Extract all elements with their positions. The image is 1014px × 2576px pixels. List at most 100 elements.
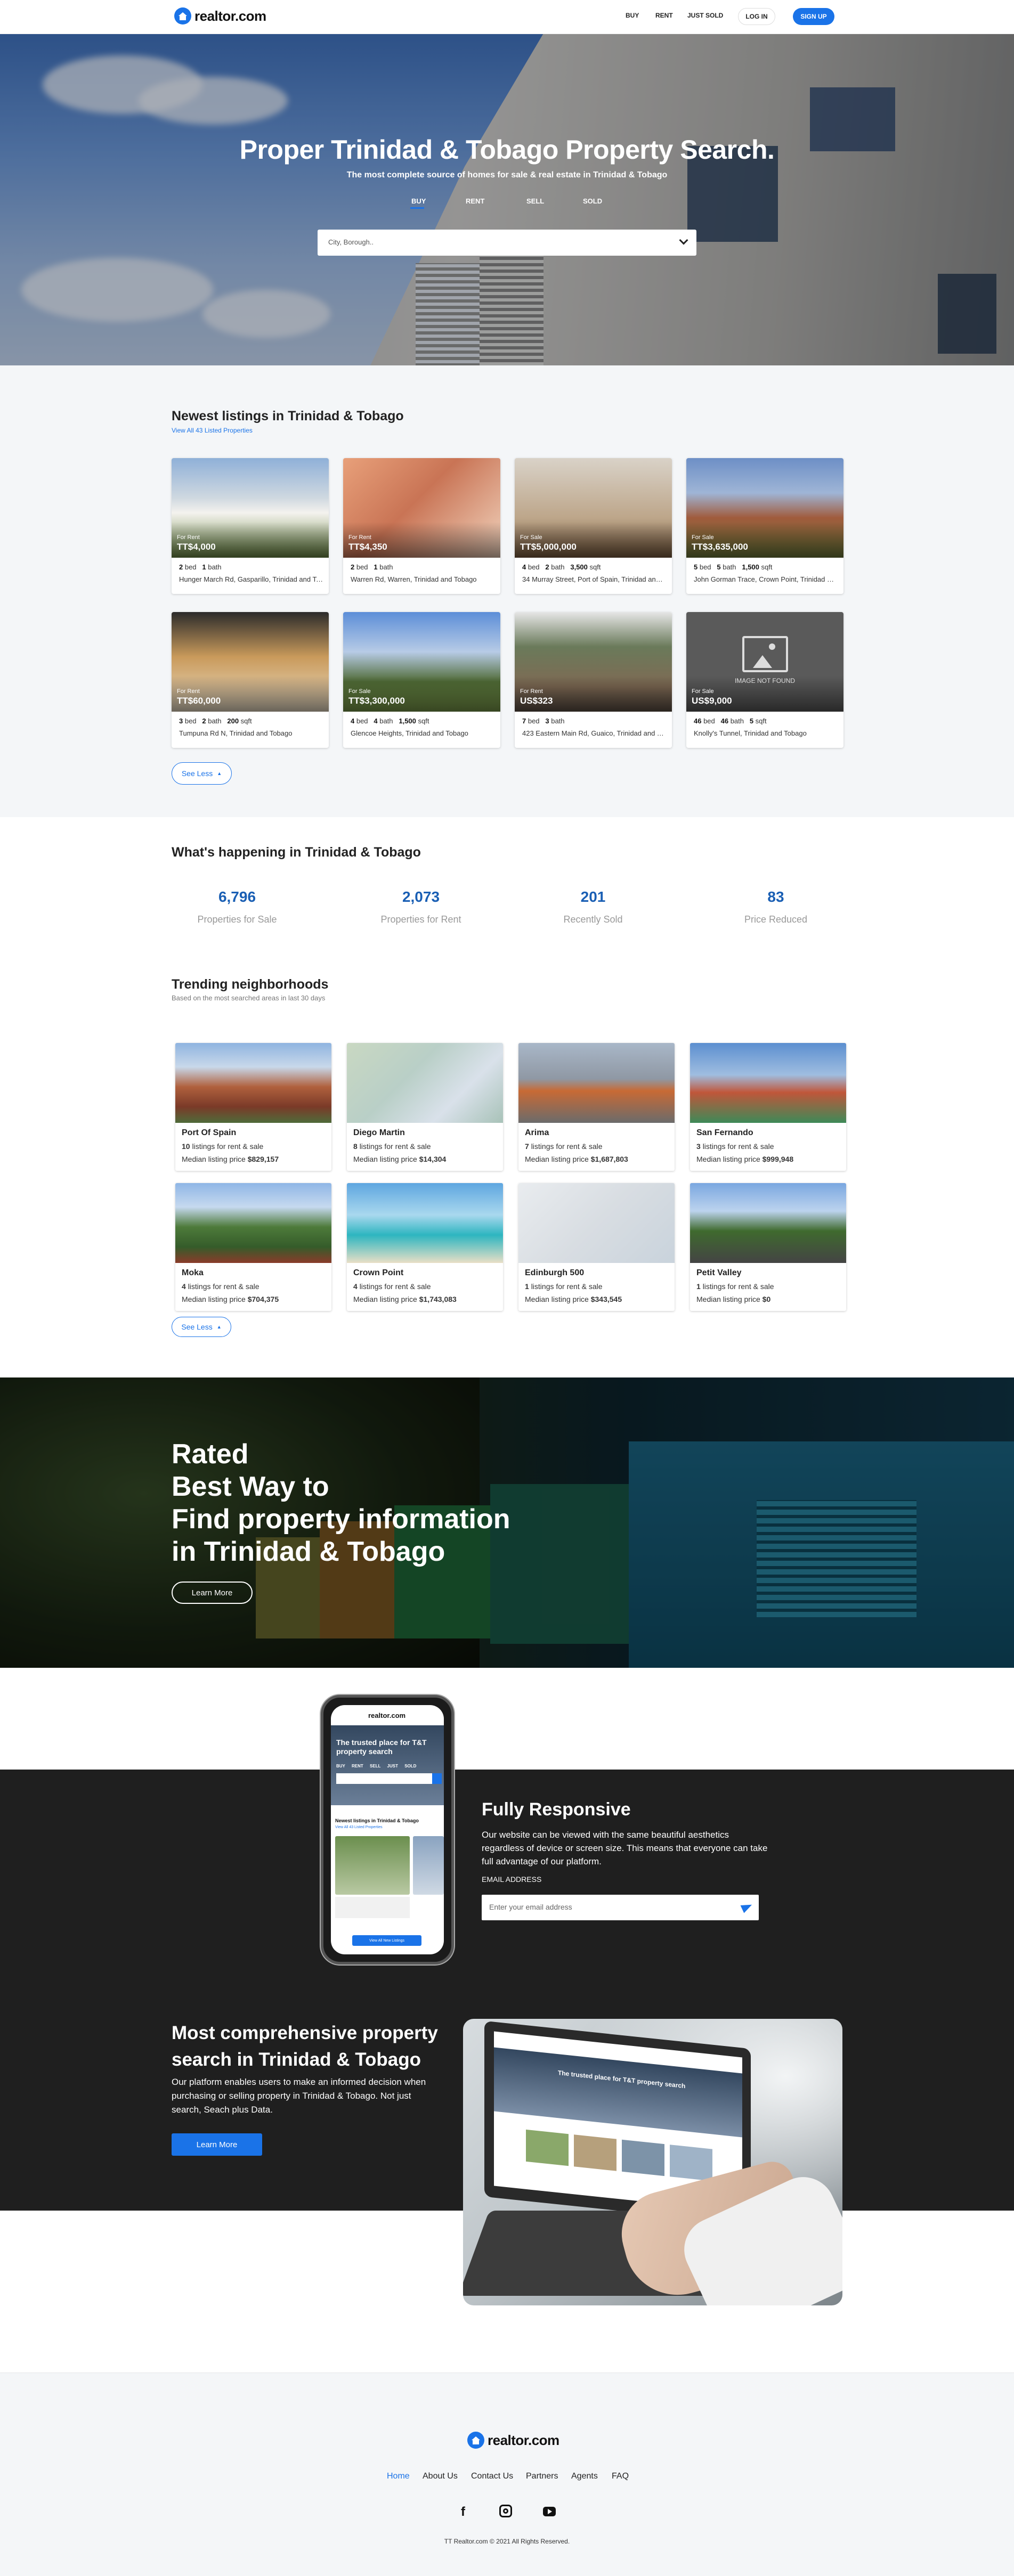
neighborhood-count: 10 listings for rent & sale <box>182 1142 264 1151</box>
listing-status: For Sale <box>692 534 714 541</box>
nav-rent[interactable]: RENT <box>655 12 673 19</box>
banner-line: Best Way to <box>172 1471 329 1502</box>
listing-price: TT$4,000 <box>177 542 216 552</box>
phone-headline: The trusted place for T&T property searc… <box>336 1738 427 1756</box>
phone-link: View All 43 Listed Properties <box>335 1825 383 1829</box>
neighborhood-count: 1 listings for rent & sale <box>525 1282 603 1291</box>
see-less-listings-button[interactable]: See Less ▲ <box>172 762 232 785</box>
tab-rent[interactable]: RENT <box>466 197 484 205</box>
listing-card[interactable]: For Rent TT$60,000 3 bed 2 bath 200 sqft… <box>172 612 329 748</box>
neighborhood-card[interactable]: San Fernando 3 listings for rent & sale … <box>690 1043 846 1171</box>
view-all-link[interactable]: View All 43 Listed Properties <box>172 427 253 434</box>
neighborhood-photo <box>347 1183 503 1263</box>
neighborhood-median: Median listing price $999,948 <box>696 1155 794 1163</box>
house-logo-icon <box>174 7 191 25</box>
neighborhood-median: Median listing price $14,304 <box>353 1155 447 1163</box>
stat-sold-value: 201 <box>580 888 606 905</box>
footer-link-partners[interactable]: Partners <box>526 2472 558 2481</box>
neighborhood-median: Median listing price $1,743,083 <box>353 1295 457 1303</box>
neighborhood-card[interactable]: Edinburgh 500 1 listings for rent & sale… <box>518 1183 675 1311</box>
signup-button[interactable]: SIGN UP <box>793 8 834 25</box>
instagram-icon[interactable] <box>499 2505 512 2517</box>
neighborhood-name: Edinburgh 500 <box>525 1268 585 1277</box>
neighborhood-name: Diego Martin <box>353 1128 405 1137</box>
listing-price: US$323 <box>520 696 553 706</box>
neighborhood-card[interactable]: Port Of Spain 10 listings for rent & sal… <box>175 1043 331 1171</box>
tab-sold[interactable]: SOLD <box>583 197 602 205</box>
neighborhood-count: 7 listings for rent & sale <box>525 1142 603 1151</box>
banner-line: Find property information <box>172 1504 510 1535</box>
phone-screen: realtor.com The trusted place for T&T pr… <box>331 1705 444 1954</box>
neighborhood-card[interactable]: Petit Valley 1 listings for rent & sale … <box>690 1183 846 1311</box>
phone-mockup: realtor.com The trusted place for T&T pr… <box>321 1695 454 1964</box>
listing-card[interactable]: For Rent TT$4,350 2 bed 1 bath Warren Rd… <box>343 458 500 594</box>
neighborhood-median: Median listing price $343,545 <box>525 1295 622 1303</box>
send-icon[interactable] <box>740 1901 754 1913</box>
listing-address: Knolly's Tunnel, Trinidad and Tobago <box>694 729 807 737</box>
neighborhood-median: Median listing price $0 <box>696 1295 771 1303</box>
stat-reduced-label: Price Reduced <box>744 914 808 925</box>
footer-link-about[interactable]: About Us <box>423 2472 458 2481</box>
facebook-icon[interactable]: f <box>461 2505 465 2520</box>
nav-buy[interactable]: BUY <box>626 12 639 19</box>
stats-title: What's happening in Trinidad & Tobago <box>172 845 421 860</box>
neighborhood-name: Petit Valley <box>696 1268 742 1277</box>
listing-specs: 46 bed 46 bath 5 sqft <box>694 717 767 725</box>
listing-specs: 5 bed 5 bath 1,500 sqft <box>694 563 773 571</box>
listing-address: Glencoe Heights, Trinidad and Tobago <box>351 729 468 737</box>
site-header: realtor.com BUY RENT JUST SOLD LOG IN SI… <box>0 0 1014 34</box>
footer-logo-text: realtor.com <box>488 2432 559 2448</box>
listing-card[interactable]: For Sale TT$5,000,000 4 bed 2 bath 3,500… <box>515 458 672 594</box>
hero-title: Proper Trinidad & Tobago Property Search… <box>239 135 775 165</box>
stat-for-sale-value: 6,796 <box>218 888 256 905</box>
comprehensive-title: Most comprehensive property search in Tr… <box>172 2023 438 2070</box>
neighborhood-median: Median listing price $704,375 <box>182 1295 279 1303</box>
footer-link-contact[interactable]: Contact Us <box>471 2472 513 2481</box>
listing-card[interactable]: For Rent TT$4,000 2 bed 1 bath Hunger Ma… <box>172 458 329 594</box>
neighborhood-photo <box>518 1183 675 1263</box>
tab-sell[interactable]: SELL <box>526 197 544 205</box>
listing-card[interactable]: For Sale TT$3,635,000 5 bed 5 bath 1,500… <box>686 458 843 594</box>
footer-link-home[interactable]: Home <box>387 2472 410 2481</box>
youtube-icon[interactable] <box>543 2507 556 2516</box>
copyright: TT Realtor.com © 2021 All Rights Reserve… <box>444 2538 570 2545</box>
email-label: EMAIL ADDRESS <box>482 1875 542 1884</box>
neighborhood-card[interactable]: Arima 7 listings for rent & sale Median … <box>518 1043 675 1171</box>
search-placeholder: City, Borough.. <box>328 238 374 246</box>
phone-tabs: BUY RENT SELL JUST SOLD <box>336 1764 417 1768</box>
neighborhood-photo <box>347 1043 503 1123</box>
tab-buy[interactable]: BUY <box>411 197 426 205</box>
listing-card[interactable]: IMAGE NOT FOUND For Sale US$9,000 46 bed… <box>686 612 843 748</box>
neighborhood-count: 8 listings for rent & sale <box>353 1142 431 1151</box>
nav-just-sold[interactable]: JUST SOLD <box>687 12 723 19</box>
email-placeholder: Enter your email address <box>489 1903 572 1911</box>
listing-address: 34 Murray Street, Port of Spain, Trinida… <box>522 575 666 583</box>
footer-link-faq[interactable]: FAQ <box>612 2472 629 2481</box>
listing-address: Hunger March Rd, Gasparillo, Trinidad an… <box>179 575 323 583</box>
login-button[interactable]: LOG IN <box>738 8 775 25</box>
listing-card[interactable]: For Sale TT$3,300,000 4 bed 4 bath 1,500… <box>343 612 500 748</box>
neighborhood-photo <box>690 1043 846 1123</box>
listing-status: For Rent <box>177 688 200 695</box>
listing-price: TT$5,000,000 <box>520 542 577 552</box>
chevron-up-icon: ▲ <box>216 1324 222 1330</box>
neighborhood-card[interactable]: Crown Point 4 listings for rent & sale M… <box>347 1183 503 1311</box>
listing-price: TT$60,000 <box>177 696 221 706</box>
comprehensive-text: Our platform enables users to make an in… <box>172 2077 426 2115</box>
see-less-neighborhoods-button[interactable]: See Less ▲ <box>172 1317 231 1337</box>
neighborhood-count: 4 listings for rent & sale <box>182 1282 259 1291</box>
listing-specs: 3 bed 2 bath 200 sqft <box>179 717 252 725</box>
phone-logo: realtor.com <box>368 1711 406 1719</box>
site-logo[interactable]: realtor.com <box>174 7 266 25</box>
listing-card[interactable]: For Rent US$323 7 bed 3 bath 423 Eastern… <box>515 612 672 748</box>
footer-logo[interactable]: realtor.com <box>467 2432 559 2449</box>
comprehensive-learn-more-button[interactable]: Learn More <box>172 2133 262 2156</box>
banner-learn-more-button[interactable]: Learn More <box>172 1582 253 1604</box>
house-logo-icon <box>467 2432 484 2449</box>
email-input[interactable]: Enter your email address <box>482 1895 759 1920</box>
neighborhood-card[interactable]: Diego Martin 8 listings for rent & sale … <box>347 1043 503 1171</box>
footer-link-agents[interactable]: Agents <box>571 2472 598 2481</box>
neighborhood-card[interactable]: Moka 4 listings for rent & sale Median l… <box>175 1183 331 1311</box>
banner-line: in Trinidad & Tobago <box>172 1536 445 1567</box>
location-search-select[interactable]: City, Borough.. <box>318 230 696 256</box>
